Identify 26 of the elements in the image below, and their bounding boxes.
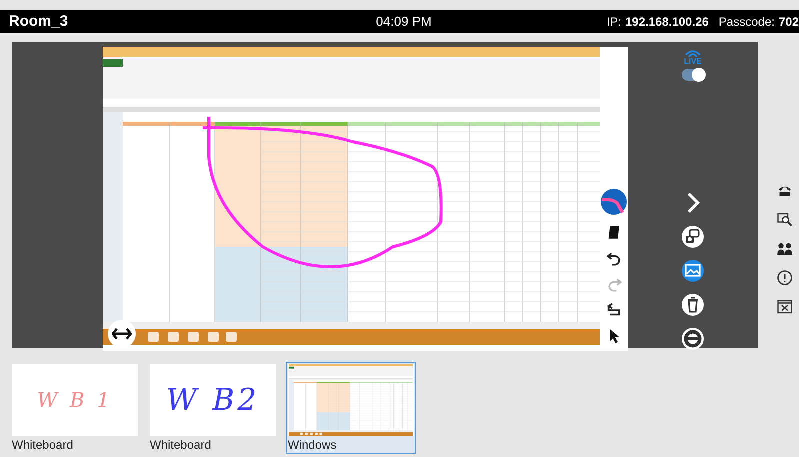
trash-icon[interactable] — [681, 293, 705, 317]
room-name: Room_3 — [9, 13, 70, 30]
handwriting-text: W B2 — [166, 382, 260, 418]
live-label: LIVE — [684, 58, 702, 66]
passcode-value: 702 — [778, 14, 799, 28]
thumbnail-label: Windows — [288, 438, 338, 452]
live-toggle[interactable] — [682, 69, 704, 81]
ip-address: 192.168.100.26 — [626, 14, 709, 28]
thumbnail-card[interactable]: Windows — [286, 362, 416, 454]
thumbnail-label: Whiteboard — [150, 438, 212, 452]
camera-icon[interactable] — [681, 225, 705, 249]
handwriting-text: W B 1 — [37, 388, 113, 412]
info-icon[interactable] — [776, 269, 794, 287]
ip-label: IP: — [606, 14, 622, 28]
wifi-icon — [684, 49, 702, 58]
pen-color-icon[interactable] — [601, 189, 627, 215]
horizontal-arrows-icon — [112, 327, 132, 341]
undo-icon[interactable] — [606, 250, 622, 267]
thumbnail-label: Whiteboard — [12, 438, 74, 452]
redo-icon — [606, 276, 622, 293]
close-box-icon[interactable] — [776, 298, 794, 316]
clock-time: 04:09 PM — [376, 14, 432, 29]
passcode-label: Passcode: — [718, 14, 775, 28]
zoom-icon[interactable] — [776, 211, 794, 229]
picture-icon[interactable] — [681, 259, 705, 283]
lifebuoy-icon[interactable] — [681, 327, 705, 351]
